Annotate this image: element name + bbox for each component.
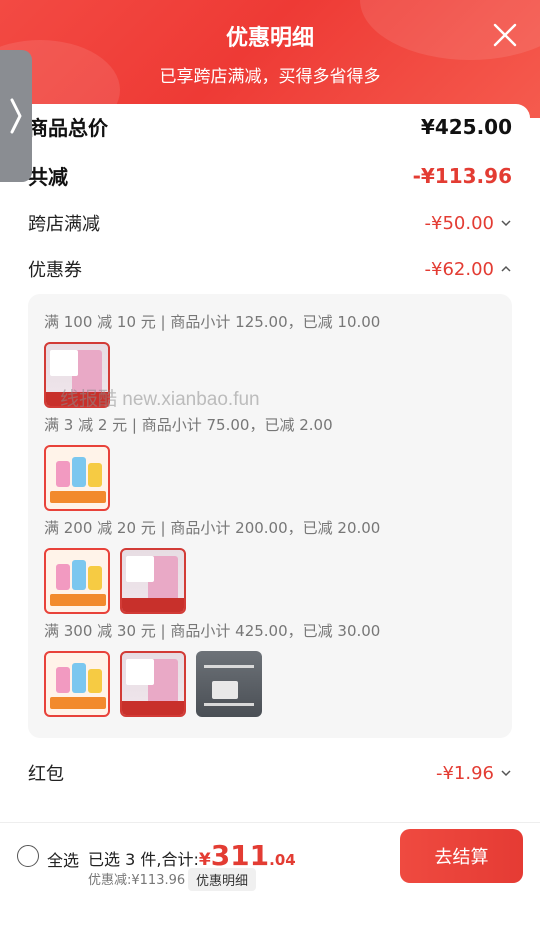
chevron-up-icon xyxy=(501,265,511,272)
discount-detail-button[interactable]: 优惠明细 xyxy=(188,868,257,891)
redpacket-value: -¥1.96 xyxy=(435,762,494,784)
sheet-title: 优惠明细 xyxy=(225,26,314,51)
chevron-right-icon xyxy=(10,98,22,134)
checkout-button[interactable]: 去结算 xyxy=(400,829,523,883)
product-thumbnail[interactable] xyxy=(120,651,186,717)
chevron-down-icon xyxy=(501,770,511,777)
total-label: 商品总价 xyxy=(28,116,108,140)
cross-store-value-wrap: -¥50.00 xyxy=(425,213,512,234)
total-row: 商品总价 ¥425.00 xyxy=(28,112,512,141)
cross-store-label: 跨店满减 xyxy=(28,214,100,235)
coupon-value-wrap: -¥62.00 xyxy=(425,259,512,280)
redpacket-label: 红包 xyxy=(28,764,64,785)
watermark: 线报酷 new.xianbao.fun xyxy=(60,389,260,410)
saved-value: -¥113.96 xyxy=(412,163,512,188)
chevron-down-icon xyxy=(501,220,511,227)
coupon-rule-text: 满 300 减 30 元 | 商品小计 425.00，已减 30.00 xyxy=(44,622,381,640)
select-all-radio[interactable] xyxy=(17,845,39,867)
product-thumbnail[interactable] xyxy=(44,445,110,511)
select-all-label[interactable]: 全选 xyxy=(47,847,79,871)
coupon-rule-text: 满 3 减 2 元 | 商品小计 75.00，已减 2.00 xyxy=(44,416,333,434)
redpacket-row[interactable]: 红包 -¥1.96 xyxy=(28,760,512,786)
product-thumbnail[interactable] xyxy=(44,548,110,614)
product-thumbnail[interactable] xyxy=(44,651,110,717)
coupon-label: 优惠券 xyxy=(28,260,82,281)
rule-products xyxy=(44,548,186,614)
coupon-value: -¥62.00 xyxy=(424,258,494,280)
coupon-detail-box: 满 100 减 10 元 | 商品小计 125.00，已减 10.00 满 3 … xyxy=(28,294,512,738)
close-icon[interactable] xyxy=(492,22,518,48)
product-thumbnail[interactable] xyxy=(196,651,262,717)
cross-store-value: -¥50.00 xyxy=(424,212,494,234)
rule-products xyxy=(44,445,110,511)
product-thumbnail[interactable] xyxy=(120,548,186,614)
coupon-rule-text: 满 100 减 10 元 | 商品小计 125.00，已减 10.00 xyxy=(44,313,381,331)
back-handle[interactable] xyxy=(0,50,32,182)
discount-text: 优惠减:¥113.96 xyxy=(88,873,186,888)
saved-row: 共减 -¥113.96 xyxy=(28,161,512,190)
rule-products xyxy=(44,651,262,717)
checkout-bar: 全选 已选 3 件,合计: ¥ 311 .04 优惠减:¥113.96 优惠明细… xyxy=(0,822,540,891)
coupon-row[interactable]: 优惠券 -¥62.00 xyxy=(28,256,512,282)
price-symbol: ¥ xyxy=(198,850,211,870)
summary-prefix: 已选 3 件,合计: xyxy=(88,850,199,869)
saved-label: 共减 xyxy=(28,165,68,189)
total-value: ¥425.00 xyxy=(420,114,512,139)
sheet-header: 优惠明细 已享跨店满减，买得多省得多 xyxy=(0,0,540,118)
coupon-rule-text: 满 200 减 20 元 | 商品小计 200.00，已减 20.00 xyxy=(44,519,381,537)
price-decimal: .04 xyxy=(269,851,296,869)
sheet-subtitle: 已享跨店满减，买得多省得多 xyxy=(159,67,381,87)
cross-store-row[interactable]: 跨店满减 -¥50.00 xyxy=(28,210,512,236)
redpacket-value-wrap: -¥1.96 xyxy=(436,763,512,784)
